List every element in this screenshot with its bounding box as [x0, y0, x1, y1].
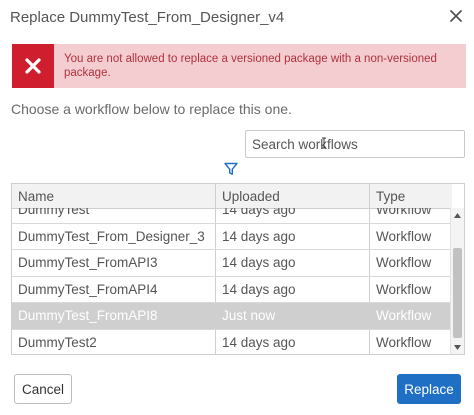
cell-type: Workflow — [376, 281, 432, 297]
cell-name: DummyTest2 — [12, 329, 216, 354]
cell-type: Workflow — [376, 255, 432, 271]
alert-icon-box — [12, 44, 54, 88]
table-row[interactable]: DummyTest_FromAPI3 14 days ago Workflow — [12, 250, 452, 277]
alert-message: You are not allowed to replace a version… — [64, 53, 437, 79]
cell-uploaded: 14 days ago — [216, 276, 370, 302]
scroll-down-button[interactable] — [453, 343, 462, 352]
dialog-title: Replace DummyTest_From_Designer_v4 — [10, 9, 285, 26]
table-scrollbar[interactable] — [450, 208, 464, 354]
cell-type: Workflow — [376, 208, 432, 218]
column-header-name[interactable]: Name — [12, 184, 216, 208]
cell-uploaded: 14 days ago — [216, 329, 370, 354]
table-row[interactable]: DummyTest 14 days ago Workflow — [12, 208, 452, 224]
error-x-icon — [25, 58, 41, 74]
search-box[interactable] — [245, 130, 465, 158]
cell-name: DummyTest_FromAPI8 — [12, 303, 216, 329]
workflow-table: Name Uploaded Type DummyTest 14 days ago… — [11, 183, 465, 355]
search-input[interactable] — [246, 131, 464, 157]
cell-name: DummyTest — [12, 208, 216, 223]
table-row[interactable]: DummyTest2 14 days ago Workflow — [12, 329, 452, 354]
cancel-button[interactable]: Cancel — [14, 374, 72, 404]
replace-dialog: Replace DummyTest_From_Designer_v4 You a… — [0, 0, 474, 415]
scroll-up-button[interactable] — [453, 211, 462, 220]
error-alert: You are not allowed to replace a version… — [12, 44, 466, 88]
cell-uploaded: 14 days ago — [216, 208, 370, 223]
cell-name: DummyTest_FromAPI3 — [12, 250, 216, 276]
table-rows: DummyTest 14 days ago Workflow DummyTest… — [12, 208, 452, 354]
cell-type: Workflow — [376, 228, 432, 244]
close-icon — [450, 10, 462, 22]
close-button[interactable] — [446, 6, 466, 26]
caret-up-icon — [454, 213, 461, 218]
table-body[interactable]: DummyTest 14 days ago Workflow DummyTest… — [12, 208, 452, 354]
column-header-uploaded[interactable]: Uploaded — [216, 184, 370, 208]
cell-name: DummyTest_From_Designer_3 — [12, 223, 216, 249]
table-header: Name Uploaded Type — [12, 184, 452, 209]
cell-uploaded: 14 days ago — [216, 250, 370, 276]
cell-uploaded: 14 days ago — [216, 223, 370, 249]
text-cursor-icon — [322, 137, 326, 149]
filter-funnel-icon — [224, 162, 238, 175]
caret-down-icon — [454, 345, 461, 350]
instruction-text: Choose a workflow below to replace this … — [11, 101, 292, 117]
table-row[interactable]: DummyTest_FromAPI4 14 days ago Workflow — [12, 276, 452, 303]
table-row[interactable]: DummyTest_From_Designer_3 14 days ago Wo… — [12, 223, 452, 250]
filter-button[interactable] — [223, 161, 239, 177]
cell-type: Workflow — [376, 308, 432, 324]
replace-button[interactable]: Replace — [397, 374, 461, 404]
table-row[interactable]: DummyTest_FromAPI8 Just now Workflow — [12, 303, 452, 330]
column-header-type[interactable]: Type — [370, 184, 452, 208]
cell-name: DummyTest_FromAPI4 — [12, 276, 216, 302]
cell-uploaded: Just now — [216, 303, 370, 329]
cell-type: Workflow — [376, 334, 432, 350]
scrollbar-thumb[interactable] — [453, 248, 462, 338]
